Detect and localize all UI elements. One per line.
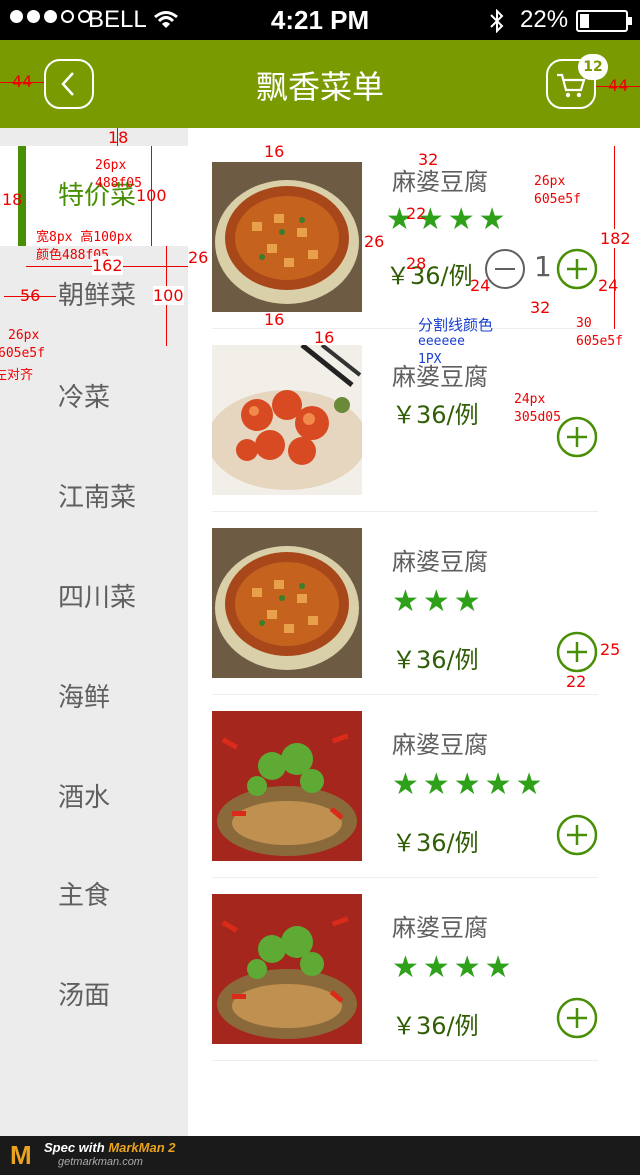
annotation-18-left: 18 [2, 190, 23, 209]
rating-stars: ★★★★ [392, 950, 516, 985]
annotation-16-img-top: 16 [264, 142, 285, 161]
category-label: 酒水 [58, 783, 111, 813]
dish-image-mapo-tofu [212, 528, 362, 678]
annotation-divider-hex: eeeeee [418, 334, 465, 349]
category-item[interactable]: 汤面 [0, 946, 188, 1046]
dish-price: ￥36/例 [386, 262, 473, 290]
dish-name: 麻婆豆腐 [392, 731, 488, 759]
annotation-btn-size: 30 [576, 316, 592, 331]
annotation-divider-color: 分割线颜色 [418, 316, 494, 334]
dish-price: ￥36/例 [392, 646, 479, 674]
markman-logo-icon: M [10, 1140, 32, 1170]
category-label: 江南菜 [58, 483, 137, 513]
dish-name: 麻婆豆腐 [392, 548, 488, 576]
annotation-32-btn: 32 [530, 298, 551, 317]
annotation-align: 左对齐 [0, 368, 34, 383]
annotation-24-right: 24 [598, 276, 619, 295]
annotation-name-color: 605e5f [534, 192, 581, 207]
annotation-active-font: 26px [95, 158, 127, 173]
annotation-25: 25 [600, 640, 621, 659]
rating-stars: ★★★★ [386, 202, 510, 237]
annotation-26-img-gap: 26 [364, 232, 385, 251]
status-bar: BELL 4:21 PM 22% [0, 0, 640, 40]
markman-footer: M Spec with MarkMan 2 getmarkman.com [0, 1136, 640, 1175]
annotation-24-minus: 24 [470, 276, 491, 295]
category-label: 四川菜 [58, 583, 137, 613]
annotation-cat-color: 605e5f [0, 346, 45, 361]
annotation-price-font: 24px [514, 392, 546, 407]
annotation-32-top: 32 [418, 150, 439, 169]
plus-button[interactable] [556, 248, 598, 290]
plus-button[interactable] [556, 997, 598, 1039]
category-sidebar: 特价菜 朝鲜菜 冷菜 江南菜 四川菜 海鲜 酒水 主食 汤面 [0, 128, 188, 1136]
plus-button[interactable] [556, 814, 598, 856]
plus-button[interactable] [556, 416, 598, 458]
annotation-26-gap: 26 [188, 248, 209, 267]
annotation-22-bottom: 22 [566, 672, 587, 691]
annotation-18-top: 18 [108, 128, 129, 147]
annotation-bar-size: 宽8px 高100px [36, 230, 133, 245]
category-label: 海鲜 [58, 683, 111, 713]
annotation-28: 28 [406, 254, 427, 273]
cart-count-badge: 12 [578, 54, 608, 80]
annotation-name-font: 26px [534, 174, 566, 189]
annotation-btn-color: 605e5f [576, 334, 623, 349]
nav-header: 飘香菜单 [0, 40, 640, 128]
footer-url: getmarkman.com [58, 1156, 143, 1168]
annotation-56: 56 [20, 286, 41, 305]
annotation-44-left: 44 [12, 72, 33, 91]
footer-brand-text: Spec with [44, 1140, 105, 1155]
annotation-162: 162 [92, 256, 123, 275]
annotation-16-img-bottom: 16 [264, 310, 285, 329]
annotation-100-b: 100 [153, 286, 184, 305]
dish-image-sweet-sour-pork [212, 345, 362, 495]
dish-price: ￥36/例 [392, 829, 479, 857]
dish-item[interactable]: 麻婆豆腐 ★★★★ ￥36/例 [212, 878, 598, 1061]
category-label: 汤面 [58, 981, 111, 1011]
annotation-182: 182 [600, 229, 631, 248]
dish-image-mapo-tofu [212, 162, 362, 312]
plus-button[interactable] [556, 631, 598, 673]
category-item[interactable]: 主食 [0, 846, 188, 946]
category-item[interactable]: 江南菜 [0, 448, 188, 548]
category-item[interactable]: 酒水 [0, 748, 188, 848]
category-item[interactable]: 冷菜 [0, 348, 188, 448]
category-label: 主食 [58, 881, 111, 911]
page-title: 飘香菜单 [255, 68, 384, 106]
dish-item[interactable]: 麻婆豆腐 ★★★ ￥36/例 [212, 512, 598, 695]
dish-name: 麻婆豆腐 [392, 914, 488, 942]
rating-stars: ★★★ [392, 584, 485, 619]
dish-price: ￥36/例 [392, 1012, 479, 1040]
category-label: 冷菜 [58, 383, 111, 413]
annotation-44-right: 44 [608, 76, 629, 95]
dish-name: 麻婆豆腐 [392, 168, 488, 196]
category-item[interactable]: 海鲜 [0, 648, 188, 748]
bluetooth-icon [490, 9, 504, 33]
quantity-value: 1 [534, 250, 552, 283]
battery-percent: 22% [520, 6, 569, 33]
dish-image-spicy-fish [212, 894, 362, 1044]
footer-brand: Spec with MarkMan 2 [44, 1140, 176, 1155]
annotation-active-color: 488f05 [95, 176, 142, 191]
rating-stars: ★★★★★ [392, 767, 547, 802]
battery-icon [576, 10, 632, 32]
annotation-price-color: 305d05 [514, 410, 561, 425]
dish-item[interactable]: 麻婆豆腐 ★★★★★ ￥36/例 [212, 695, 598, 878]
annotation-100-a: 100 [136, 186, 167, 205]
annotation-22-stars: 22 [406, 204, 427, 223]
dish-image-spicy-fish [212, 711, 362, 861]
annotation-divider-width: 1PX [418, 352, 442, 367]
dish-list: 麻婆豆腐 ★★★★ ￥36/例 1 麻婆豆腐 ￥36/例 麻婆豆腐 ★★★ ￥3… [188, 128, 640, 1136]
annotation-16-divider: 16 [314, 328, 335, 347]
footer-brand-name: MarkMan 2 [108, 1140, 176, 1155]
dish-price: ￥36/例 [392, 401, 479, 429]
annotation-cat-font: 26px [8, 328, 40, 343]
category-item[interactable]: 四川菜 [0, 548, 188, 648]
